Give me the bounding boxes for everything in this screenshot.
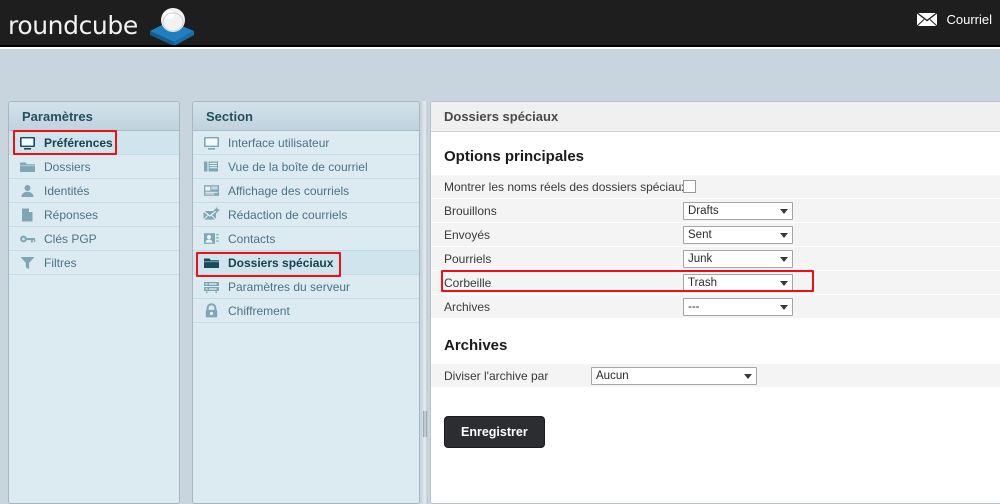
section-panel-title: Section: [193, 102, 419, 131]
top-header-bar: roundcube Courriel: [0, 0, 1000, 47]
nav-item-label: Filtres: [44, 255, 77, 270]
section-nav-list: Interface utilisateur Vue de la boîte de…: [193, 131, 419, 323]
main-options-heading: Options principales: [444, 148, 585, 165]
section-item-chiffrement[interactable]: Chiffrement: [193, 299, 419, 323]
nav-item-label: Interface utilisateur: [228, 135, 330, 150]
nav-item-label: Clés PGP: [44, 231, 97, 246]
chevron-down-icon: [780, 256, 788, 262]
funnel-icon: [20, 256, 35, 269]
envoy-s-select[interactable]: Sent: [683, 225, 793, 244]
row-pourriels: Pourriels Junk: [431, 247, 1000, 271]
folder-icon: [204, 258, 219, 268]
archives-heading: Archives: [444, 337, 508, 354]
split-archive-select[interactable]: Aucun: [591, 366, 757, 385]
split-archive-label: Diviser l'archive par: [444, 368, 549, 383]
compose-envelope-icon: [203, 207, 220, 220]
archives-label: Archives: [444, 299, 491, 314]
main-panel-body: Options principales Montrer les noms rée…: [431, 132, 1000, 503]
panel-splitter-handle[interactable]: [422, 101, 428, 504]
main-panel-title: Dossiers spéciaux: [431, 102, 1000, 132]
section-item-vue-de-la-bo-te-de-courriel[interactable]: Vue de la boîte de courriel: [193, 155, 419, 179]
row-brouillons: Brouillons Drafts: [431, 199, 1000, 223]
split-archive-value: Aucun: [596, 369, 629, 382]
brouillons-value: Drafts: [688, 204, 719, 217]
main-content-panel: Dossiers spéciaux Options principales Mo…: [430, 101, 1000, 504]
mailbox-view-icon: [204, 161, 218, 171]
section-item-affichage-des-courriels[interactable]: Affichage des courriels: [193, 179, 419, 203]
nav-item-label: Dossiers spéciaux: [228, 255, 334, 270]
row-envoy-s: Envoyés Sent: [431, 223, 1000, 247]
settings-panel-title: Paramètres: [9, 102, 179, 131]
contact-card-icon: [204, 232, 219, 244]
section-item-dossiers-sp-ciaux[interactable]: Dossiers spéciaux: [193, 251, 419, 275]
nav-item-label: Chiffrement: [228, 303, 290, 318]
splitter-grip: [423, 411, 427, 437]
section-item-param-tres-du-serveur[interactable]: Paramètres du serveur: [193, 275, 419, 299]
row-corbeille: Corbeille Trash: [431, 271, 1000, 295]
nav-item-label: Affichage des courriels: [228, 183, 350, 198]
pourriels-select[interactable]: Junk: [683, 249, 793, 268]
section-panel: Section Interface utilisateur Vue de la …: [192, 101, 420, 504]
lock-icon: [205, 302, 218, 317]
chevron-down-icon: [780, 232, 788, 238]
section-item-interface-utilisateur[interactable]: Interface utilisateur: [193, 131, 419, 155]
server-icon: [204, 281, 219, 293]
envelope-icon: [916, 12, 939, 27]
chevron-down-icon: [780, 280, 788, 286]
envoy-s-value: Sent: [688, 228, 712, 241]
nav-item-label: Identités: [44, 183, 90, 198]
brouillons-select[interactable]: Drafts: [683, 201, 793, 220]
row-archives: Archives ---: [431, 295, 1000, 319]
mail-link-label: Courriel: [946, 12, 992, 27]
nav-item-label: Préférences: [44, 135, 113, 150]
special-folder-rows: Brouillons Drafts Envoyés Sent Pourriels…: [431, 199, 1000, 319]
sidebar-item-pr-f-rences[interactable]: Préférences: [9, 131, 179, 155]
corbeille-label: Corbeille: [444, 275, 492, 290]
sidebar-item-cl-s-pgp[interactable]: Clés PGP: [9, 227, 179, 251]
section-item-contacts[interactable]: Contacts: [193, 227, 419, 251]
nav-item-label: Réponses: [44, 207, 99, 222]
corbeille-value: Trash: [688, 276, 717, 289]
nav-item-label: Paramètres du serveur: [228, 279, 351, 294]
settings-panel: Paramètres Préférences Dossiers Identité…: [8, 101, 180, 504]
archives-select[interactable]: ---: [683, 297, 793, 316]
chevron-down-icon: [744, 373, 752, 379]
roundcube-logo-icon: [142, 5, 202, 45]
sidebar-item-filtres[interactable]: Filtres: [9, 251, 179, 275]
sidebar-item-dossiers[interactable]: Dossiers: [9, 155, 179, 179]
save-button[interactable]: Enregistrer: [444, 416, 545, 448]
monitor-icon: [204, 136, 219, 150]
document-icon: [22, 208, 33, 221]
section-item-r-daction-de-courriels[interactable]: Rédaction de courriels: [193, 203, 419, 227]
monitor-icon: [20, 136, 35, 150]
pourriels-value: Junk: [688, 252, 713, 265]
app-logo[interactable]: roundcube: [8, 4, 202, 46]
show-real-names-label: Montrer les noms réels des dossiers spéc…: [444, 179, 688, 194]
corbeille-select[interactable]: Trash: [683, 273, 793, 292]
chevron-down-icon: [780, 208, 788, 214]
archives-value: ---: [688, 300, 700, 313]
row-split-archive: Diviser l'archive par Aucun: [431, 364, 1000, 388]
nav-item-label: Vue de la boîte de courriel: [228, 159, 368, 174]
mail-nav-link[interactable]: Courriel: [916, 12, 992, 27]
person-icon: [21, 184, 34, 197]
settings-nav-list: Préférences Dossiers Identités Réponses …: [9, 131, 179, 275]
show-real-names-checkbox[interactable]: [683, 180, 696, 193]
nav-item-label: Rédaction de courriels: [228, 207, 348, 222]
nav-item-label: Dossiers: [44, 159, 91, 174]
brouillons-label: Brouillons: [444, 203, 497, 218]
brand-name: roundcube: [8, 10, 138, 40]
nav-item-label: Contacts: [228, 231, 276, 246]
chevron-down-icon: [780, 304, 788, 310]
sidebar-item-identit-s[interactable]: Identités: [9, 179, 179, 203]
envoy-s-label: Envoyés: [444, 227, 491, 242]
key-icon: [20, 235, 36, 242]
row-show-real-names: Montrer les noms réels des dossiers spéc…: [431, 175, 1000, 199]
pourriels-label: Pourriels: [444, 251, 492, 266]
sidebar-item-r-ponses[interactable]: Réponses: [9, 203, 179, 227]
message-display-icon: [204, 184, 219, 196]
folder-icon: [20, 162, 35, 172]
